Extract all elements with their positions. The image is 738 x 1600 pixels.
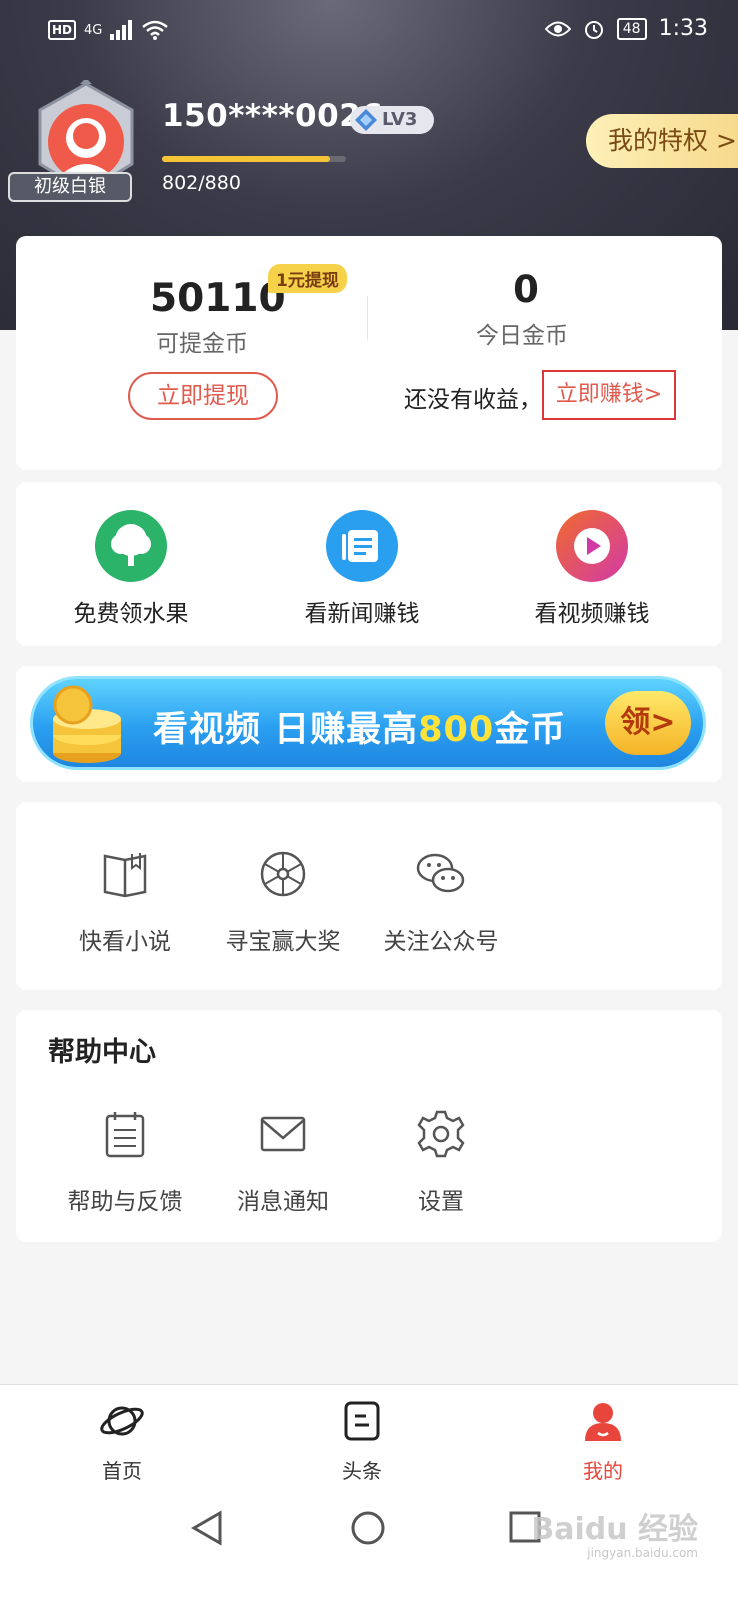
tool-novel[interactable]: 快看小说 xyxy=(46,848,204,956)
help-notifications[interactable]: 消息通知 xyxy=(204,1108,362,1216)
nav-label: 头条 xyxy=(342,1459,382,1483)
task-label: 免费领水果 xyxy=(73,601,189,627)
mail-icon xyxy=(260,1116,306,1152)
help-label: 帮助与反馈 xyxy=(67,1189,183,1215)
task-free-fruit[interactable]: 免费领水果 xyxy=(31,510,231,628)
exp-progress-fill xyxy=(162,156,330,162)
claim-button[interactable]: 领> xyxy=(605,691,691,755)
tool-label: 关注公众号 xyxy=(383,929,499,955)
wechat-icon xyxy=(416,853,465,893)
today-coins-label: 今日金币 xyxy=(476,323,568,349)
task-label: 看新闻赚钱 xyxy=(304,601,420,627)
nav-label: 我的 xyxy=(583,1459,623,1483)
level-badge[interactable]: LV3 xyxy=(350,106,434,134)
battery-icon: 48 xyxy=(616,17,647,40)
planet-icon xyxy=(100,1406,144,1436)
tree-icon xyxy=(95,510,167,582)
coins-icon xyxy=(53,685,121,763)
nav-home[interactable]: 首页 xyxy=(62,1397,182,1484)
hd-indicator: HD xyxy=(48,20,77,40)
help-center-title: 帮助中心 xyxy=(48,1037,156,1068)
banner-highlight: 800 xyxy=(418,710,495,750)
help-label: 设置 xyxy=(418,1189,464,1215)
play-icon xyxy=(556,510,628,582)
news-icon xyxy=(326,510,398,582)
clock: 1:33 xyxy=(658,16,708,41)
tool-label: 寻宝赢大奖 xyxy=(225,929,341,955)
banner-text: 看视频 日赚最高800金币 xyxy=(153,701,566,752)
withdrawable-coins-label: 可提金币 xyxy=(156,331,248,357)
banner-inner: 看视频 日赚最高800金币 领> xyxy=(30,676,706,770)
tools-card: 快看小说 寻宝赢大奖 关注公众号 xyxy=(16,802,722,990)
diamond-icon xyxy=(355,109,377,131)
divider xyxy=(367,296,368,340)
wifi-icon xyxy=(142,20,169,40)
my-privilege-button[interactable]: 我的特权 > xyxy=(586,114,738,168)
headline-icon xyxy=(344,1401,380,1441)
home-circle-icon[interactable] xyxy=(350,1510,386,1546)
help-center-card: 帮助中心 帮助与反馈 消息通知 设置 xyxy=(16,1010,722,1242)
withdraw-button[interactable]: 立即提现 xyxy=(128,372,278,420)
video-reward-banner[interactable]: 看视频 日赚最高800金币 领> xyxy=(16,666,722,782)
banner-text-after: 金币 xyxy=(494,710,567,750)
back-icon[interactable] xyxy=(190,1510,224,1546)
signal-icon xyxy=(110,20,133,40)
bottom-nav: 首页 头条 我的 xyxy=(0,1384,738,1490)
help-label: 消息通知 xyxy=(237,1189,329,1215)
gear-icon xyxy=(417,1110,465,1158)
tool-label: 快看小说 xyxy=(79,929,171,955)
task-watch-video[interactable]: 看视频赚钱 xyxy=(492,510,692,628)
coin-card: 50110 1元提现 可提金币 0 今日金币 立即提现 还没有收益， 立即赚钱> xyxy=(16,236,722,470)
task-label: 看视频赚钱 xyxy=(534,601,650,627)
status-bar: HD 4G 48 1:33 xyxy=(0,0,738,64)
help-settings[interactable]: 设置 xyxy=(362,1108,520,1216)
baidu-watermark-url: jingyan.baidu.com xyxy=(587,1546,698,1560)
banner-text-before: 看视频 日赚最高 xyxy=(153,710,419,750)
alarm-icon xyxy=(584,20,603,39)
network-gen: 4G xyxy=(84,22,103,38)
no-income-text: 还没有收益， xyxy=(404,387,542,413)
tool-wechat[interactable]: 关注公众号 xyxy=(362,848,520,956)
clipboard-icon xyxy=(105,1112,145,1158)
exp-progress-bar xyxy=(162,156,346,162)
withdrawable-coins-value: 50110 xyxy=(150,276,286,321)
level-label: LV3 xyxy=(382,109,418,130)
help-feedback[interactable]: 帮助与反馈 xyxy=(46,1108,204,1216)
tasks-card: 免费领水果 看新闻赚钱 看视频赚钱 xyxy=(16,482,722,646)
task-read-news[interactable]: 看新闻赚钱 xyxy=(262,510,462,628)
exp-text: 802/880 xyxy=(162,172,241,194)
baidu-watermark: Baidu 经验 xyxy=(531,1512,698,1547)
earn-now-link[interactable]: 立即赚钱> xyxy=(542,370,676,420)
nav-mine[interactable]: 我的 xyxy=(543,1397,663,1484)
book-icon xyxy=(103,853,147,898)
tool-treasure[interactable]: 寻宝赢大奖 xyxy=(204,848,362,956)
wheel-icon xyxy=(260,851,306,897)
profile-icon xyxy=(585,1403,621,1441)
eye-icon xyxy=(544,21,571,36)
withdraw-tag: 1元提现 xyxy=(268,264,347,293)
rank-badge: 初级白银 xyxy=(8,172,132,202)
today-coins-value: 0 xyxy=(513,268,539,311)
nav-headlines[interactable]: 头条 xyxy=(302,1397,422,1484)
nav-label: 首页 xyxy=(102,1459,142,1483)
